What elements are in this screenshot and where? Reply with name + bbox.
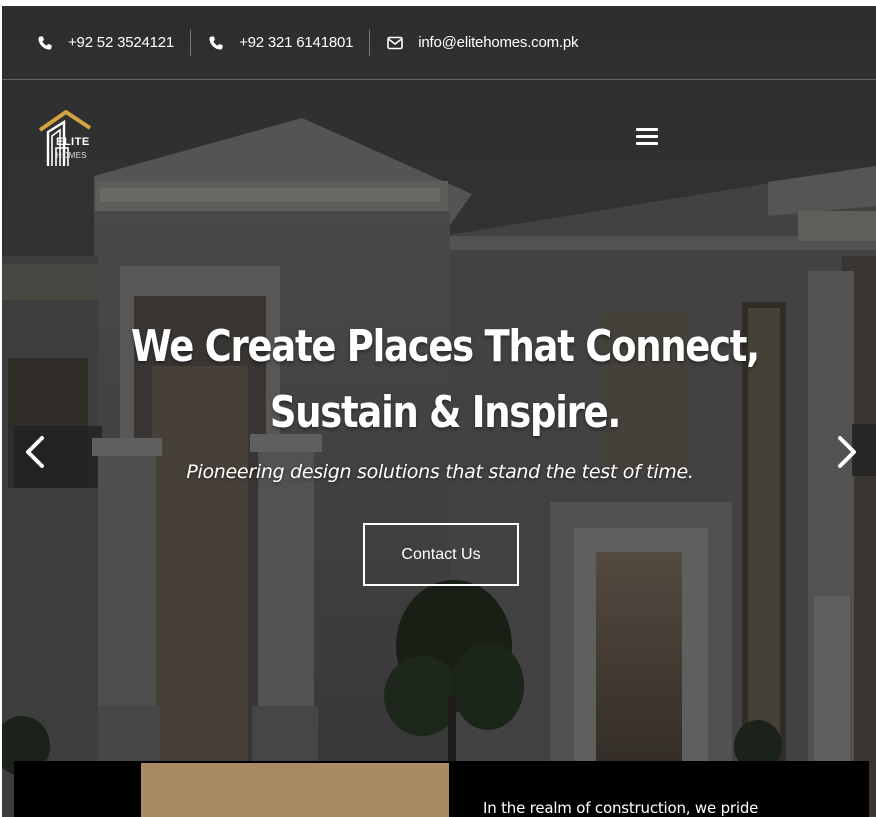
page: +92 52 3524121 +92 321 6141801 info@elit…	[0, 0, 876, 817]
headline-line-2: Sustain & Inspire.	[269, 387, 622, 438]
mail-icon	[386, 34, 404, 52]
email-contact[interactable]: info@elitehomes.com.pk	[386, 30, 579, 56]
chevron-right-icon[interactable]	[832, 432, 860, 472]
top-contact-bar: +92 52 3524121 +92 321 6141801 info@elit…	[2, 6, 876, 80]
hero-headline: We Create Places That Connect, Sustain &…	[122, 314, 769, 446]
intro-image-block	[141, 763, 449, 817]
headline-line-1: We Create Places That Connect,	[131, 321, 760, 372]
divider	[369, 29, 371, 56]
phone-icon	[36, 34, 54, 52]
hero-subheadline: Pioneering design solutions that stand t…	[186, 461, 694, 483]
menu-icon[interactable]	[636, 128, 662, 148]
phone-1-text: +92 52 3524121	[68, 34, 175, 51]
phone-icon	[207, 34, 225, 52]
phone-contact-1[interactable]: +92 52 3524121	[36, 30, 174, 56]
divider	[190, 29, 192, 56]
email-text: info@elitehomes.com.pk	[418, 34, 579, 51]
contact-us-button[interactable]: Contact Us	[363, 523, 519, 586]
logo-text-elite: ELITE	[56, 136, 90, 148]
intro-text: In the realm of construction, we pride	[483, 799, 759, 817]
phone-2-text: +92 321 6141801	[239, 34, 354, 51]
chevron-left-icon[interactable]	[22, 432, 50, 472]
phone-contact-2[interactable]: +92 321 6141801	[207, 30, 353, 56]
logo-text-homes: HOMES	[56, 151, 87, 160]
